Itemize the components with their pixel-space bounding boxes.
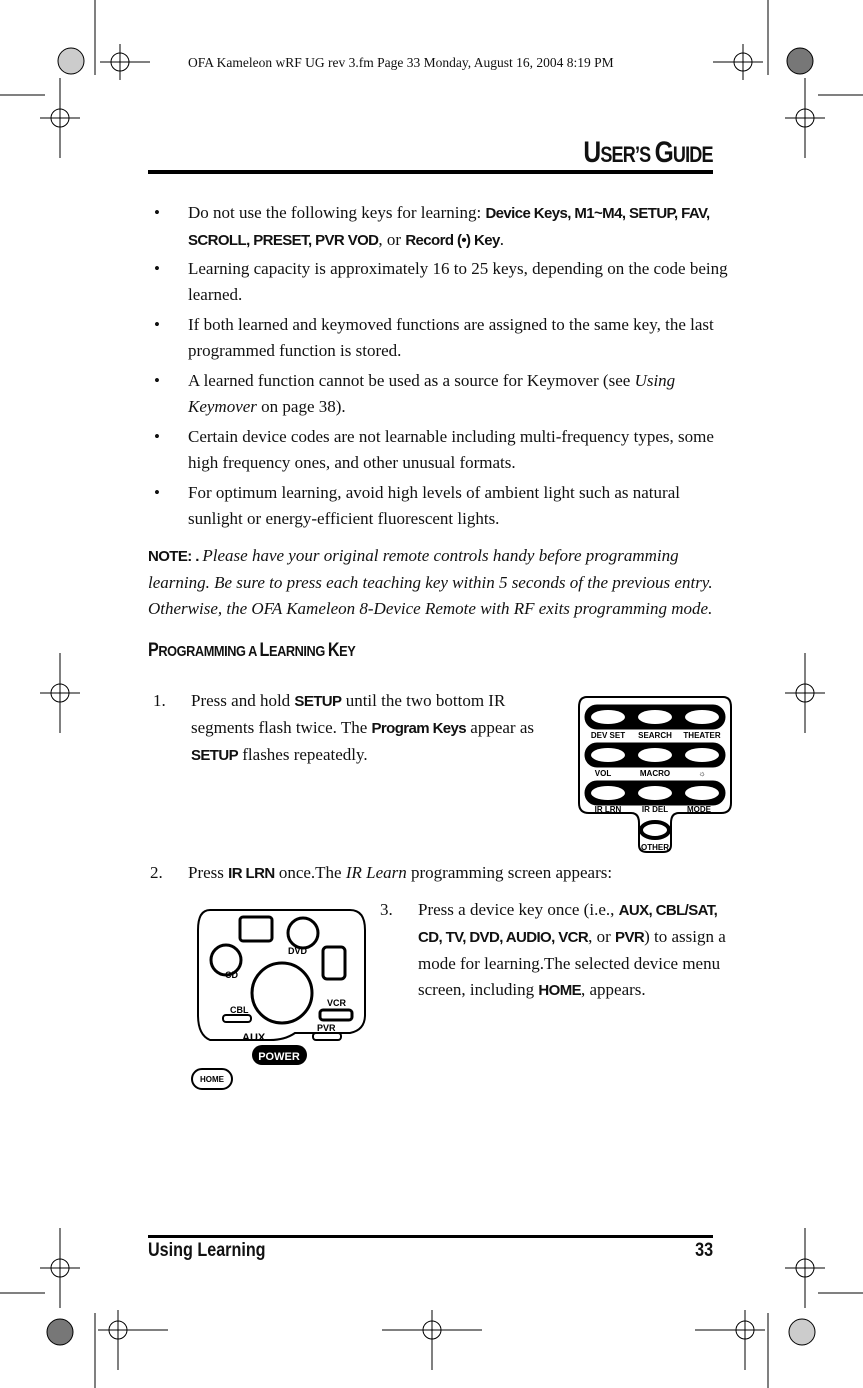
bullet-icon: •: [154, 203, 160, 222]
text-run: appear as: [466, 718, 534, 737]
step-number: 3.: [380, 900, 393, 919]
program-keys-illustration: DEV SET SEARCH THEATER VOL MACRO ☼ IR LR…: [578, 696, 732, 853]
step-number: 1.: [153, 691, 166, 710]
bullet-icon: •: [154, 371, 160, 390]
heading-part: K: [327, 640, 340, 661]
bullet-icon: •: [154, 427, 160, 446]
step-1: 1. Press and hold SETUP until the two bot…: [153, 688, 566, 769]
bold-term: Record (•) Key: [405, 232, 500, 249]
title-part: U: [583, 136, 602, 169]
text-run: , or: [588, 927, 616, 946]
device-screen-illustration: DVD CD VCR CBL PVR AUX POWER HOME: [191, 909, 366, 1090]
italic-text: IR Learn: [345, 863, 407, 882]
bold-term: NOTE: .: [148, 548, 203, 565]
sun-icon: ☼: [698, 769, 705, 778]
text-run: A learned function cannot be used as a s…: [188, 371, 635, 390]
bullet-item: • Certain device codes are not learnable …: [154, 424, 728, 476]
key-label: THEATER: [683, 731, 720, 740]
bullet-icon: •: [154, 483, 160, 502]
header-rule: [148, 170, 713, 174]
bullet-item: • For optimum learning, avoid high levels…: [154, 480, 728, 532]
text-run: If both learned and keymoved functions a…: [188, 315, 714, 360]
heading-part: EY: [339, 643, 356, 660]
bold-term: HOME: [538, 982, 581, 999]
bold-term: SETUP: [191, 747, 239, 764]
text-run: Press: [188, 863, 229, 882]
text-run: , or: [378, 230, 406, 249]
page-title: USER’S GUIDE: [583, 136, 714, 170]
key-label: MACRO: [640, 769, 670, 778]
bullet-icon: •: [154, 259, 160, 278]
section-heading: PROGRAMMING A LEARNING KEY: [148, 640, 356, 662]
key-label: IR DEL: [642, 805, 668, 814]
device-label-cd: CD: [225, 970, 238, 980]
device-label-dvd: DVD: [288, 946, 308, 956]
bullet-item: • Learning capacity is approximately 16 t…: [154, 256, 728, 308]
footer-rule: [148, 1235, 713, 1238]
text-run: For optimum learning, avoid high levels …: [188, 483, 680, 528]
heading-part: EARNING: [268, 643, 328, 660]
step-3: 3. Press a device key once (i.e., AUX, CB…: [380, 897, 733, 1004]
device-label-vcr: VCR: [327, 998, 347, 1008]
bullet-item: • Do not use the following keys for learn…: [154, 200, 728, 254]
text-run: flashes repeatedly.: [238, 745, 368, 764]
key-label: OTHER: [641, 843, 669, 852]
bold-term: Program Keys: [371, 720, 467, 737]
text-run: Learning capacity is approximately 16 to…: [188, 259, 728, 304]
title-part: G: [654, 136, 674, 169]
text-run: once.The: [274, 863, 346, 882]
home-key-label: HOME: [200, 1075, 225, 1084]
text-run: Press a device key once (i.e.,: [418, 900, 619, 919]
key-label: IR LRN: [595, 805, 622, 814]
heading-part: L: [259, 640, 270, 661]
device-label-cbl: CBL: [230, 1005, 249, 1015]
bullet-item: • A learned function cannot be used as a …: [154, 368, 728, 420]
power-key-label: POWER: [258, 1051, 300, 1063]
key-label: SEARCH: [638, 731, 672, 740]
text-run: , appears.: [581, 980, 646, 999]
step-number: 2.: [150, 863, 163, 882]
print-line: OFA Kameleon wRF UG rev 3.fm Page 33 Mon…: [188, 55, 614, 70]
bold-term: SETUP: [294, 693, 342, 710]
device-label-aux: AUX: [242, 1032, 266, 1044]
bold-term: PVR: [615, 929, 645, 946]
note: NOTE: . Please have your original remote…: [148, 543, 738, 622]
step-2: 2. Press IR LRN once.The IR Learn program…: [150, 860, 728, 887]
key-label: VOL: [595, 769, 612, 778]
text-run: on page 38).: [256, 397, 346, 416]
text-run: Certain device codes are not learnable i…: [188, 427, 714, 472]
bold-term: IR LRN: [228, 865, 275, 882]
key-label: DEV SET: [591, 731, 625, 740]
heading-part: P: [148, 640, 159, 661]
title-part: SER’S: [600, 142, 655, 167]
key-label: MODE: [687, 805, 712, 814]
bullet-icon: •: [154, 315, 160, 334]
heading-part: ROGRAMMING A: [158, 643, 260, 660]
footer-section: Using Learning: [148, 1240, 266, 1261]
italic-text: Please have your original remote control…: [148, 546, 713, 618]
text-run: Press and hold: [191, 691, 295, 710]
bullet-item: • If both learned and keymoved functions …: [154, 312, 728, 364]
title-part: UIDE: [673, 142, 714, 167]
text-run: Do not use the following keys for learni…: [188, 203, 486, 222]
page-number: 33: [695, 1240, 713, 1261]
device-label-pvr: PVR: [317, 1023, 336, 1033]
text-run: programming screen appears:: [406, 863, 613, 882]
text-run: .: [499, 230, 504, 249]
